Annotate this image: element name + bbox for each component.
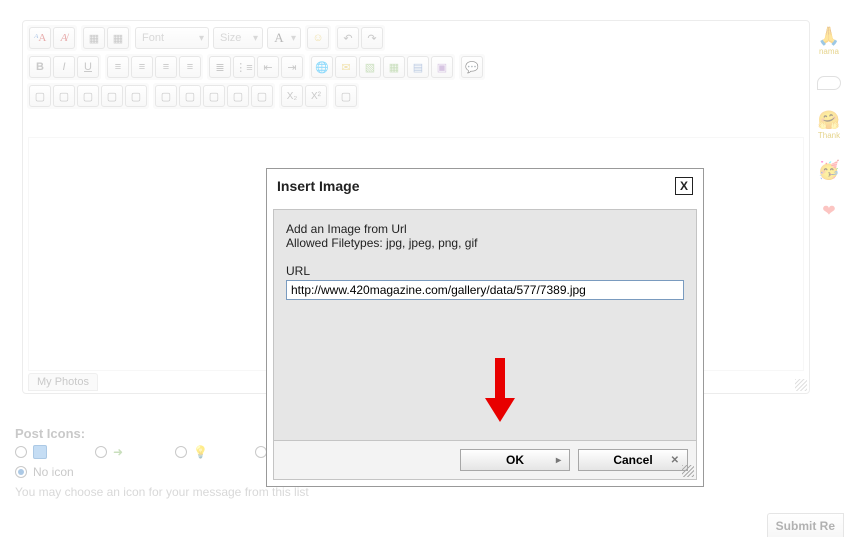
link-button[interactable]: 🌐 bbox=[311, 56, 333, 78]
redo-button[interactable]: ↷ bbox=[361, 27, 383, 49]
email-button[interactable]: ✉ bbox=[335, 56, 357, 78]
ok-button[interactable]: OK ▸ bbox=[460, 449, 570, 471]
image-button[interactable]: ▦ bbox=[83, 27, 105, 49]
no-icon-radio[interactable] bbox=[15, 466, 27, 478]
align-center-button[interactable]: ≡ bbox=[131, 56, 153, 78]
font-select[interactable]: Font bbox=[135, 27, 209, 49]
post-icon-option-2[interactable]: ➜ bbox=[95, 445, 127, 459]
url-label: URL bbox=[286, 264, 684, 278]
size-select-label: Size bbox=[220, 32, 241, 44]
font-select-label: Font bbox=[142, 32, 164, 44]
submit-reply-button[interactable]: Submit Re bbox=[767, 513, 844, 537]
party-emoji-icon[interactable]: 🥳 bbox=[818, 160, 840, 181]
close-icon: ✕ bbox=[671, 455, 679, 466]
align-right-button[interactable]: ≡ bbox=[155, 56, 177, 78]
misc-btn-11[interactable]: ▢ bbox=[335, 85, 357, 107]
text-style-select[interactable]: A bbox=[267, 27, 301, 49]
bold-button[interactable]: B bbox=[29, 56, 51, 78]
lightbulb-icon: 💡 bbox=[193, 445, 207, 459]
dialog-close-button[interactable]: X bbox=[675, 177, 693, 195]
insert-attachment-button[interactable]: ▤ bbox=[407, 56, 429, 78]
namaste-emoji-icon[interactable]: 🙏 bbox=[818, 26, 840, 47]
subscript-button[interactable]: X₂ bbox=[281, 85, 303, 107]
cancel-button-label: Cancel bbox=[613, 453, 652, 467]
align-justify-button[interactable]: ≡ bbox=[179, 56, 201, 78]
namaste-label: nama bbox=[818, 47, 840, 56]
align-left-button[interactable]: ≡ bbox=[107, 56, 129, 78]
switch-editor-source-button[interactable]: A̸ bbox=[53, 27, 75, 49]
misc-btn-1[interactable]: ▢ bbox=[29, 85, 51, 107]
url-input[interactable] bbox=[286, 280, 684, 300]
misc-btn-9[interactable]: ▢ bbox=[227, 85, 249, 107]
insert-video-button[interactable]: ▦ bbox=[383, 56, 405, 78]
post-icon-option-1[interactable] bbox=[15, 445, 47, 459]
thank-emoji-icon[interactable]: 🤗 bbox=[818, 110, 840, 131]
emoji-sidebar: 🙏 nama 🤗 Thank 🥳 ❤ bbox=[814, 26, 844, 221]
misc-btn-6[interactable]: ▢ bbox=[155, 85, 177, 107]
unordered-list-button[interactable]: ⋮≡ bbox=[233, 56, 255, 78]
video-button[interactable]: ▦ bbox=[107, 27, 129, 49]
cancel-button[interactable]: Cancel ✕ bbox=[578, 449, 688, 471]
superscript-button[interactable]: X² bbox=[305, 85, 327, 107]
page-icon bbox=[33, 445, 47, 459]
post-icons-section: Post Icons: ➜ 💡 ⛔ No icon You may choose… bbox=[15, 426, 309, 499]
outdent-button[interactable]: ⇤ bbox=[257, 56, 279, 78]
my-photos-tab[interactable]: My Photos bbox=[28, 373, 98, 391]
smiley-button[interactable]: ☺ bbox=[307, 27, 329, 49]
ordered-list-button[interactable]: ≣ bbox=[209, 56, 231, 78]
misc-btn-7[interactable]: ▢ bbox=[179, 85, 201, 107]
thank-label: Thank bbox=[818, 131, 840, 140]
misc-btn-4[interactable]: ▢ bbox=[101, 85, 123, 107]
indent-button[interactable]: ⇥ bbox=[281, 56, 303, 78]
heart-icon[interactable]: ❤ bbox=[822, 201, 835, 221]
annotation-red-arrow bbox=[488, 358, 512, 428]
chevron-right-icon: ▸ bbox=[556, 455, 561, 466]
misc-btn-5[interactable]: ▢ bbox=[125, 85, 147, 107]
size-select[interactable]: Size bbox=[213, 27, 263, 49]
underline-button[interactable]: U bbox=[77, 56, 99, 78]
ok-button-label: OK bbox=[506, 453, 524, 467]
post-icons-hint: You may choose an icon for your message … bbox=[15, 485, 309, 499]
post-icon-option-3[interactable]: 💡 bbox=[175, 445, 207, 459]
misc-btn-8[interactable]: ▢ bbox=[203, 85, 225, 107]
misc-btn-10[interactable]: ▢ bbox=[251, 85, 273, 107]
misc-btn-3[interactable]: ▢ bbox=[77, 85, 99, 107]
speech-bubble-icon[interactable] bbox=[817, 76, 841, 90]
dialog-resize-grip[interactable] bbox=[682, 465, 694, 477]
dialog-line-2: Allowed Filetypes: jpg, jpeg, png, gif bbox=[286, 236, 684, 250]
post-icons-heading: Post Icons: bbox=[15, 426, 309, 441]
insert-image-dialog: Insert Image X Add an Image from Url All… bbox=[266, 168, 704, 487]
undo-button[interactable]: ↶ bbox=[337, 27, 359, 49]
italic-button[interactable]: I bbox=[53, 56, 75, 78]
dialog-line-1: Add an Image from Url bbox=[286, 222, 684, 236]
insert-image-button[interactable]: ▧ bbox=[359, 56, 381, 78]
no-icon-label: No icon bbox=[33, 465, 74, 479]
text-style-label: A bbox=[274, 30, 283, 46]
insert-media-button[interactable]: ▣ bbox=[431, 56, 453, 78]
dialog-title: Insert Image bbox=[277, 178, 359, 194]
arrow-icon: ➜ bbox=[113, 445, 127, 459]
speech-bubble-button[interactable]: 💬 bbox=[461, 56, 483, 78]
switch-editor-wysiwyg-button[interactable]: ᴬA bbox=[29, 27, 51, 49]
misc-btn-2[interactable]: ▢ bbox=[53, 85, 75, 107]
editor-resize-grip[interactable] bbox=[795, 379, 807, 391]
